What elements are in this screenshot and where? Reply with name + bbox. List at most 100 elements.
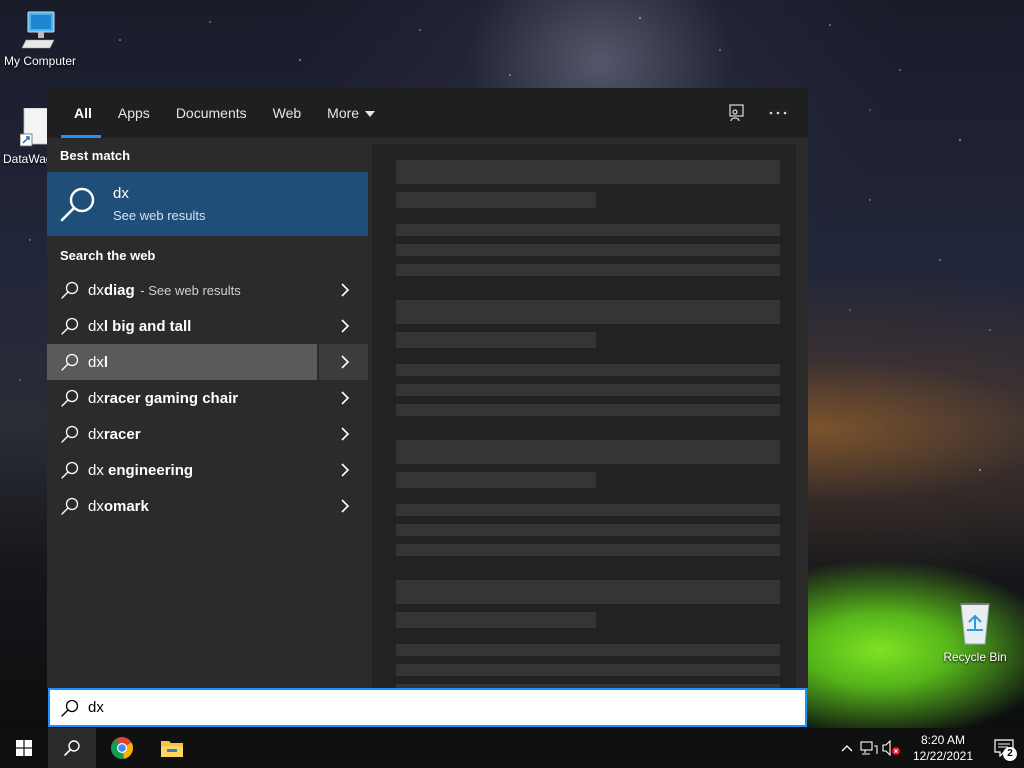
chevron-right-icon[interactable]: [340, 317, 350, 335]
tab-more[interactable]: More: [314, 88, 388, 138]
file-explorer-taskbar-button[interactable]: [148, 728, 196, 768]
search-icon: [61, 497, 79, 515]
search-panel: All Apps Documents Web More Best match d…: [47, 88, 808, 688]
desktop-icon-recycle-bin[interactable]: Recycle Bin: [935, 600, 1015, 664]
windows-start-icon: [16, 740, 32, 756]
suggestion-completion: omark: [103, 497, 149, 515]
web-suggestion-row[interactable]: dx diag - See web results: [47, 272, 368, 308]
skeleton-bar: [396, 404, 780, 416]
tab-all[interactable]: All: [61, 88, 105, 138]
suggestion-prefix: dx: [88, 497, 104, 515]
tab-more-label: More: [327, 105, 360, 121]
chevron-right-icon[interactable]: [340, 353, 350, 371]
search-icon: [61, 389, 79, 407]
search-icon: [64, 740, 80, 756]
search-icon: [61, 317, 79, 335]
desktop-icon-my-computer[interactable]: My Computer: [0, 10, 80, 68]
taskbar: 8:20 AM 12/22/2021 2: [0, 728, 1024, 768]
clock[interactable]: 8:20 AM 12/22/2021: [908, 732, 978, 764]
suggestion-prefix: dx: [88, 389, 104, 407]
desktop-icon-label: Recycle Bin: [943, 650, 1007, 664]
search-filter-tabs: All Apps Documents Web More: [47, 88, 808, 138]
skeleton-bar: [396, 384, 780, 396]
search-icon: [61, 425, 79, 443]
suggestion-prefix: dx: [88, 425, 104, 443]
tab-apps[interactable]: Apps: [105, 88, 163, 138]
skeleton-bar: [396, 364, 780, 376]
volume-button[interactable]: [880, 728, 902, 768]
web-suggestion-row[interactable]: dx engineering: [47, 452, 368, 488]
web-suggestion-row[interactable]: dx omark: [47, 488, 368, 524]
search-icon: [61, 461, 79, 479]
clock-time: 8:20 AM: [920, 733, 966, 747]
web-suggestion-row[interactable]: dx racer gaming chair: [47, 380, 368, 416]
skeleton-bar: [396, 544, 780, 556]
caret-down-icon: [365, 111, 376, 118]
skeleton-bar: [396, 440, 780, 464]
start-button[interactable]: [0, 728, 48, 768]
skeleton-bar: [396, 300, 780, 324]
suggestion-prefix: dx: [88, 353, 104, 371]
suggestion-completion: diag: [103, 281, 135, 299]
file-explorer-icon: [161, 741, 183, 757]
web-suggestion-row[interactable]: dx l: [47, 344, 368, 380]
chrome-icon: [111, 737, 133, 759]
notification-count-badge: 2: [1003, 747, 1017, 761]
more-options-button[interactable]: [768, 103, 788, 123]
desktop-icon-label: My Computer: [3, 54, 77, 68]
tab-documents[interactable]: Documents: [163, 88, 260, 138]
feedback-icon: [729, 104, 744, 122]
best-match-heading: Best match: [60, 148, 131, 163]
skeleton-bar: [396, 264, 780, 276]
best-match-subtitle: See web results: [113, 208, 206, 223]
recycle-bin-icon: [953, 600, 997, 646]
skeleton-bar: [396, 192, 596, 208]
network-icon: [860, 741, 878, 755]
suggestion-note: - See web results: [136, 282, 241, 298]
volume-muted-icon: [882, 740, 900, 756]
suggestion-prefix: dx: [88, 281, 104, 299]
search-icon: [61, 353, 79, 371]
search-icon: [60, 187, 95, 222]
skeleton-bar: [396, 504, 780, 516]
skeleton-bar: [396, 472, 596, 488]
suggestion-prefix: dx: [88, 317, 104, 335]
chevron-up-icon: [841, 745, 853, 752]
chevron-right-icon[interactable]: [340, 497, 350, 515]
action-center-button[interactable]: 2: [984, 728, 1024, 768]
feedback-button[interactable]: [726, 103, 746, 123]
chevron-right-icon[interactable]: [340, 461, 350, 479]
desktop-icon-datawag[interactable]: DataWag: [0, 108, 48, 166]
best-match-item[interactable]: dx See web results: [47, 172, 368, 236]
web-suggestion-row[interactable]: dx racer: [47, 416, 368, 452]
web-suggestions: dx diag - See web results dx l big and tall…: [47, 272, 368, 524]
chevron-right-icon[interactable]: [340, 389, 350, 407]
desktop-icon-label: DataWag: [3, 152, 48, 166]
suggestion-completion: l big and tall: [103, 317, 192, 335]
skeleton-bar: [396, 644, 780, 656]
best-match-title: dx: [113, 185, 129, 202]
web-suggestion-row[interactable]: dx l big and tall: [47, 308, 368, 344]
search-input[interactable]: [88, 699, 688, 716]
results-list: Best match dx See web results Search the…: [47, 138, 368, 688]
skeleton-bar: [396, 612, 596, 628]
ellipsis-icon: [769, 111, 787, 115]
tab-web[interactable]: Web: [260, 88, 315, 138]
chrome-taskbar-button[interactable]: [98, 728, 146, 768]
suggestion-prefix: dx: [88, 461, 104, 479]
skeleton-bar: [396, 224, 780, 236]
skeleton-bar: [396, 664, 780, 676]
skeleton-bar: [396, 160, 780, 184]
search-box[interactable]: [48, 688, 807, 727]
suggestion-completion: engineering: [103, 461, 194, 479]
chevron-right-icon[interactable]: [340, 425, 350, 443]
chevron-right-icon[interactable]: [340, 281, 350, 299]
computer-icon: [20, 10, 60, 50]
suggestion-completion: racer: [103, 425, 141, 443]
skeleton-bar: [396, 332, 596, 348]
clock-date: 12/22/2021: [912, 749, 974, 763]
search-icon: [61, 699, 79, 717]
taskbar-search-button[interactable]: [48, 728, 96, 768]
show-hidden-icons-button[interactable]: [836, 728, 858, 768]
network-button[interactable]: [858, 728, 880, 768]
